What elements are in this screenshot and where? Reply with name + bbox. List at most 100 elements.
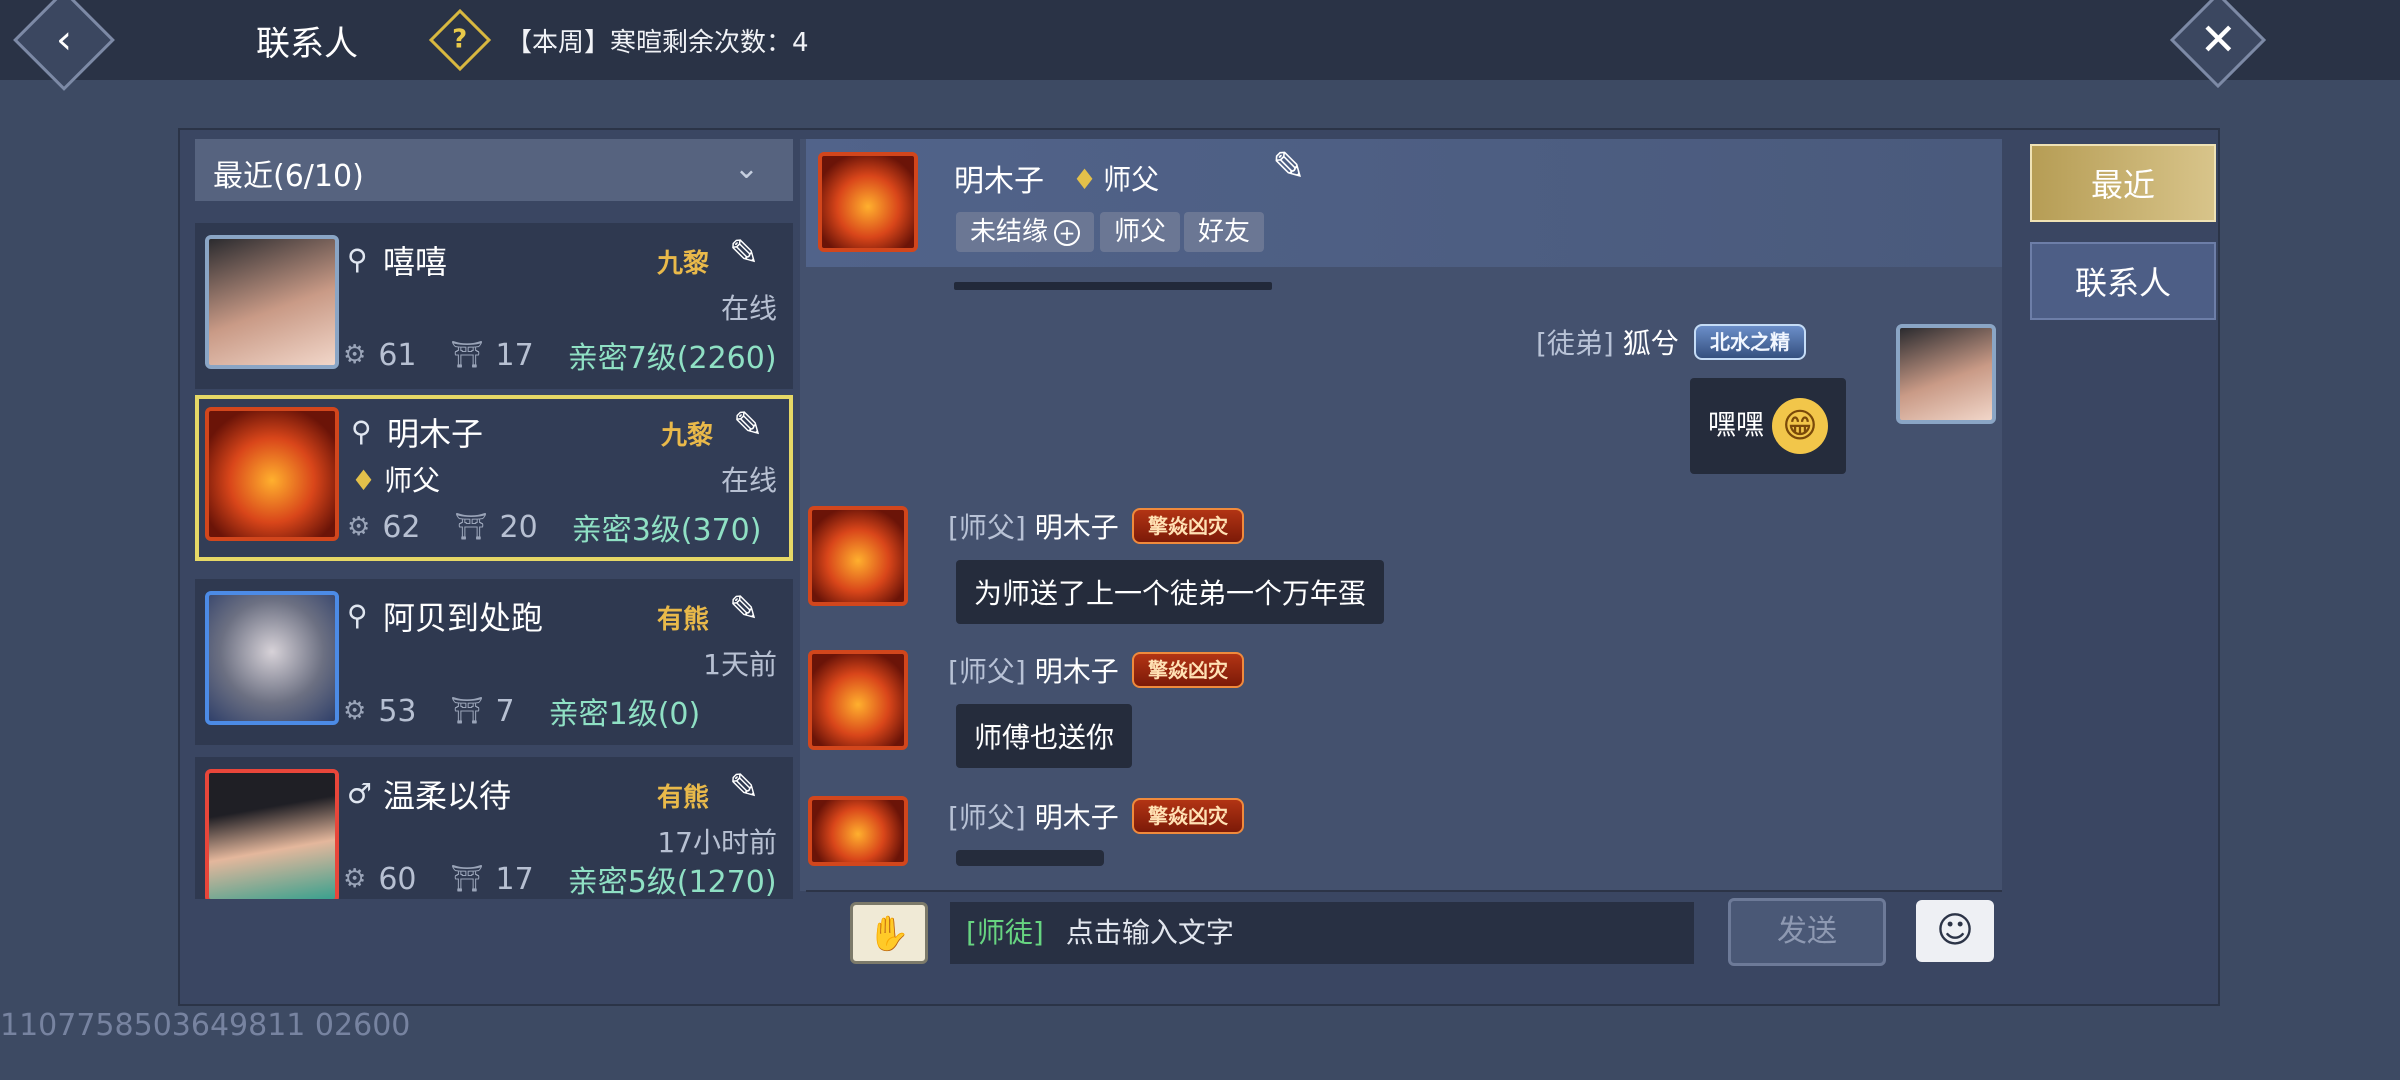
search-icon: ⚲ [351,415,372,448]
contact-item-xixi[interactable]: ⚲ 嘻嘻 九黎 ✎ 在线 ⚙ 61 ⛩ 17 亲密7级(2260) [195,223,793,389]
close-icon: ✕ [2199,14,2237,66]
contact-stats: ⚙ 60 ⛩ 17 亲密5级(1270) [343,857,777,900]
scroll-indicator [954,282,1272,290]
chat-partner-avatar[interactable] [818,152,918,252]
stat-house: 20 [499,509,538,545]
chevron-down-icon: ⌄ [733,151,759,186]
voice-button[interactable]: ✋ [850,902,928,964]
chat-partner-title: ♦ 师父 [1072,158,1159,198]
emote-button[interactable]: ☺ [1916,900,1994,962]
greeting-icon[interactable]: ✎ [1272,144,1306,190]
help-button[interactable]: ? [428,8,492,72]
grin-emoji-icon: 😁 [1772,398,1829,454]
title-mark-icon: ♦ [351,464,377,497]
avatar[interactable] [808,650,908,750]
send-button[interactable]: 发送 [1728,898,1886,966]
message-bubble: 师傅也送你 [956,704,1133,768]
question-icon: ? [452,25,468,55]
avatar[interactable] [205,591,339,725]
level-icon: ⚙ [343,864,367,894]
avatar[interactable] [205,769,339,899]
avatar[interactable] [808,506,908,606]
stat-level: 62 [382,509,421,545]
contact-stats: ⚙ 61 ⛩ 17 亲密7级(2260) [343,333,777,377]
avatar[interactable] [1896,324,1996,424]
house-icon: ⛩ [450,340,484,370]
sender-name: [师父] 明木子 [948,511,1119,544]
contact-stats: ⚙ 53 ⛩ 7 亲密1级(0) [343,689,700,733]
hand-icon: ✋ [867,914,911,954]
chat-icon[interactable]: ✎ [733,405,763,446]
message-bubble: 为师送了上一个徒弟一个万年蛋 [956,560,1385,624]
divider [806,890,2002,892]
tag-unbound[interactable]: 未结缘 + [956,212,1095,252]
stat-level: 53 [378,693,417,729]
input-placeholder: 点击输入文字 [1065,916,1234,949]
filter-label: 最近(6/10) [213,159,364,194]
search-icon: ⚲ [347,243,368,276]
avatar[interactable] [205,235,339,369]
sender-name: [师父] 明木子 [948,801,1119,834]
server-name: 九黎 [657,249,710,279]
contact-name: 阿贝到处跑 [383,599,544,637]
stat-level: 61 [378,337,417,373]
stat-house: 17 [495,337,534,373]
male-icon: ♂ [347,777,373,810]
house-icon: ⛩ [450,864,484,894]
chat-icon[interactable]: ✎ [729,233,759,274]
sender-name: [徒弟] 狐兮 [1536,327,1679,360]
online-status: 在线 [720,464,777,497]
stat-house: 7 [495,693,515,729]
message-bubble-partial [956,850,1104,866]
title-tag: ♦ 师父 [351,459,440,499]
title-badge: 擎焱凶灾 [1132,798,1244,834]
title-badge: 擎焱凶灾 [1132,508,1244,544]
house-icon: ⛩ [450,696,484,726]
title-text: 师父 [1103,163,1160,196]
chat-icon[interactable]: ✎ [729,767,759,808]
tag-master: 师父 [1100,212,1181,252]
chat-icon[interactable]: ✎ [729,589,759,630]
back-arrow-icon: ‹ [56,17,72,63]
title-badge: 擎焱凶灾 [1132,652,1244,688]
level-icon: ⚙ [343,696,367,726]
contact-item-mingmuzi[interactable]: ⚲ 明木子 九黎 ✎ ♦ 师父 在线 ⚙ 62 ⛩ 20 亲密3级(370) [195,395,793,561]
avatar[interactable] [205,407,339,541]
close-button[interactable]: ✕ [2169,0,2267,89]
last-online: 1天前 [703,648,777,681]
smile-icon: ☺ [1936,910,1974,951]
channel-label: [师徒] [966,916,1044,949]
title-mark-icon: ♦ [1072,163,1098,196]
contact-name: 嘻嘻 [383,243,448,281]
avatar[interactable] [808,796,908,866]
server-name: 有熊 [657,605,710,635]
tag-label: 未结缘 [970,217,1049,247]
intimacy-level: 亲密5级(1270) [567,865,777,899]
message-bubble: 嘿嘿 😁 [1690,378,1847,474]
level-icon: ⚙ [347,512,371,542]
tag-friend: 好友 [1184,212,1265,252]
title-text: 师父 [384,464,441,497]
filter-dropdown[interactable]: 最近(6/10) ⌄ [195,139,793,201]
contact-item-abei[interactable]: ⚲ 阿贝到处跑 有熊 ✎ 1天前 ⚙ 53 ⛩ 7 亲密1级(0) [195,579,793,745]
intimacy-level: 亲密7级(2260) [567,341,777,376]
plus-icon: + [1054,220,1081,246]
server-name: 九黎 [661,421,714,451]
stat-house: 17 [495,861,534,897]
contact-item-wenrou[interactable]: ♂ 温柔以待 有熊 ✎ 17小时前 ⚙ 60 ⛩ 17 亲密5级(1270) [195,757,793,899]
tab-recent[interactable]: 最近 [2030,144,2216,222]
online-status: 在线 [720,292,777,325]
weekly-greeting-count: 【本周】寒暄剩余次数：4 [506,28,809,58]
message-input[interactable]: [师徒] 点击输入文字 [950,902,1694,964]
page-title: 联系人 [256,24,358,64]
stat-level: 60 [378,861,417,897]
back-button[interactable]: ‹ [13,0,115,91]
search-icon: ⚲ [347,599,368,632]
server-name: 有熊 [657,783,710,813]
level-icon: ⚙ [343,340,367,370]
title-badge: 北水之精 [1694,324,1806,360]
intimacy-level: 亲密1级(0) [548,697,701,732]
tab-contacts[interactable]: 联系人 [2030,242,2216,320]
intimacy-level: 亲密3级(370) [571,513,762,548]
sender-name: [师父] 明木子 [948,655,1119,688]
